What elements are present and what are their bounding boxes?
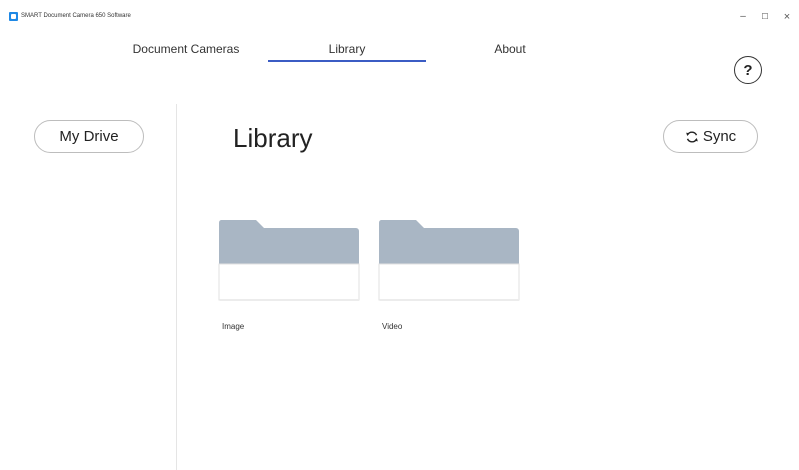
- folder-label-image: Image: [222, 322, 245, 331]
- tab-about[interactable]: About: [470, 42, 550, 56]
- refresh-icon: [685, 130, 699, 144]
- help-button[interactable]: ?: [734, 56, 762, 84]
- folder-icon: [218, 220, 360, 302]
- page-title: Library: [233, 123, 313, 153]
- tab-library[interactable]: Library: [268, 42, 426, 56]
- title-bar: SMART Document Camera 650 Software – ☐ ×: [0, 0, 799, 24]
- folder-icon: [378, 220, 520, 302]
- app-logo-icon: [9, 12, 18, 21]
- sync-label: Sync: [702, 128, 737, 145]
- minimize-button[interactable]: –: [736, 12, 750, 22]
- sidebar-divider: [176, 104, 177, 470]
- folder-label-video: Video: [382, 322, 403, 331]
- sync-button[interactable]: Sync: [663, 120, 758, 153]
- active-tab-indicator: [268, 60, 426, 62]
- my-drive-label: My Drive: [59, 128, 119, 145]
- help-icon: ?: [743, 61, 753, 79]
- window-title: SMART Document Camera 650 Software: [21, 13, 131, 19]
- close-button[interactable]: ×: [780, 12, 794, 23]
- folder-image[interactable]: [218, 220, 360, 302]
- my-drive-button[interactable]: My Drive: [34, 120, 144, 153]
- folder-video[interactable]: [378, 220, 520, 302]
- tab-document-cameras[interactable]: Document Cameras: [118, 42, 254, 56]
- maximize-button[interactable]: ☐: [758, 12, 772, 22]
